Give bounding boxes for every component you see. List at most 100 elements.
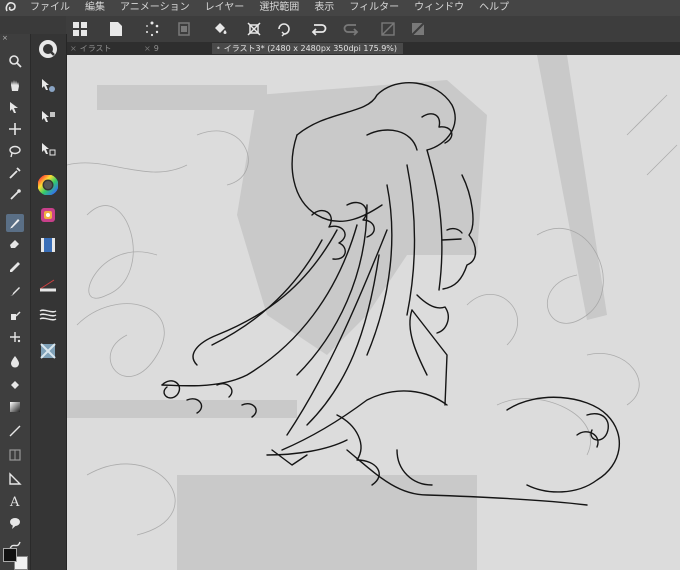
undo-button[interactable] <box>308 19 328 39</box>
menu-selection[interactable]: 選択範囲 <box>259 2 299 14</box>
spinner-icon <box>146 21 159 37</box>
command-bar <box>66 16 680 43</box>
brush-icon <box>10 287 20 296</box>
color-set-button[interactable] <box>37 204 59 226</box>
layer-property-icon <box>41 238 55 252</box>
rotate-icon <box>278 23 290 37</box>
brush-size-button[interactable] <box>37 274 59 296</box>
decoration-icon <box>10 332 21 343</box>
frame-icon <box>9 449 21 461</box>
new-file-icon <box>110 22 122 36</box>
lasso-icon <box>9 145 21 158</box>
navigator-icon <box>40 343 56 359</box>
tool-selection[interactable] <box>6 142 24 160</box>
sub-rotate-icon <box>42 111 55 122</box>
hand-icon <box>11 80 19 91</box>
redo-icon <box>343 24 359 36</box>
pencil-icon <box>10 262 20 272</box>
zoom-icon <box>10 102 18 113</box>
layer-property-button[interactable] <box>37 234 59 256</box>
tool-eraser[interactable] <box>6 234 24 252</box>
redo-button[interactable] <box>342 19 362 39</box>
text-icon: A <box>9 495 20 508</box>
foreground-color-swatch[interactable] <box>3 548 17 562</box>
menu-file[interactable]: ファイル <box>30 2 70 14</box>
app-logo-icon[interactable] <box>4 1 18 15</box>
tab-9[interactable]: × 9 <box>144 43 159 54</box>
menu-edit[interactable]: 編集 <box>85 2 105 14</box>
grid-view-button[interactable] <box>70 19 90 39</box>
tab-label: 9 <box>153 44 159 53</box>
menu-help[interactable]: ヘルプ <box>479 2 509 14</box>
palette-header[interactable]: × <box>2 34 28 46</box>
tool-brush[interactable] <box>6 282 24 300</box>
tool-ruler[interactable] <box>6 470 24 488</box>
blend-icon <box>11 311 21 320</box>
tool-eyedropper[interactable] <box>6 186 24 204</box>
tab-illust[interactable]: × イラスト <box>70 43 112 54</box>
tool-zoom[interactable] <box>6 52 24 70</box>
eyedropper-icon <box>10 189 21 200</box>
tool-figure[interactable] <box>6 422 24 440</box>
tool-move-layer[interactable] <box>6 120 24 138</box>
tool-fill[interactable] <box>6 376 24 394</box>
menu-layer[interactable]: レイヤー <box>205 2 245 14</box>
clear-selection-button[interactable] <box>378 19 398 39</box>
tab-label: イラスト <box>79 44 112 53</box>
navigator-button[interactable] <box>37 340 59 362</box>
color-wheel-icon <box>38 175 58 195</box>
menu-items: ファイル 編集 アニメーション レイヤー 選択範囲 表示 フィルター ウィンドウ… <box>30 2 509 14</box>
sub-tool-rotate[interactable] <box>37 106 59 128</box>
undo-icon <box>311 24 327 36</box>
tool-auto-select[interactable] <box>6 164 24 182</box>
tool-operation[interactable] <box>6 98 24 116</box>
menu-filter[interactable]: フィルター <box>349 2 399 14</box>
menu-animation[interactable]: アニメーション <box>120 2 190 14</box>
svg-text:A: A <box>9 495 20 508</box>
tool-hand[interactable] <box>6 76 24 94</box>
stabilizer-button[interactable] <box>37 304 59 326</box>
deselect-icon <box>381 22 395 36</box>
menu-view[interactable]: 表示 <box>314 2 334 14</box>
transform-button[interactable] <box>244 19 264 39</box>
magnifier-icon <box>9 55 22 68</box>
tool-text[interactable]: A <box>6 492 24 510</box>
tool-pen[interactable] <box>6 214 24 232</box>
fill-icon <box>11 381 19 389</box>
drawing-canvas[interactable] <box>67 55 680 570</box>
export-button[interactable] <box>174 19 194 39</box>
new-file-button[interactable] <box>106 19 126 39</box>
tool-frame-border[interactable] <box>6 446 24 464</box>
rotate-canvas-button[interactable] <box>274 19 294 39</box>
close-icon[interactable]: × <box>144 44 151 53</box>
transform-icon <box>247 22 261 36</box>
sub-transform-icon <box>42 143 56 156</box>
menu-window[interactable]: ウィンドウ <box>414 2 464 14</box>
tool-gradient[interactable] <box>6 398 24 416</box>
loading-button[interactable] <box>142 19 162 39</box>
tool-balloon[interactable] <box>6 514 24 532</box>
sub-tool-palette <box>31 34 67 570</box>
balloon-icon <box>10 518 20 529</box>
tab-illust3[interactable]: • イラスト3* (2480 x 2480px 350dpi 175.9%) <box>212 43 404 54</box>
color-wheel-button[interactable] <box>37 174 59 196</box>
eyedropper-icon <box>9 167 21 179</box>
tab-label: イラスト3* (2480 x 2480px 350dpi 175.9%) <box>223 44 398 53</box>
tool-blend[interactable] <box>6 352 24 370</box>
grid-icon <box>73 22 87 36</box>
invert-selection-button[interactable] <box>408 19 428 39</box>
bucket-icon <box>215 23 227 34</box>
move-icon <box>9 123 21 135</box>
tool-decoration[interactable] <box>6 328 24 346</box>
q-logo-icon <box>39 40 57 58</box>
sub-tool-move[interactable] <box>37 74 59 96</box>
tool-airbrush[interactable] <box>6 306 24 324</box>
fill-bucket-button[interactable] <box>210 19 230 39</box>
sub-tool-menu[interactable] <box>37 38 59 60</box>
tool-pencil[interactable] <box>6 258 24 276</box>
sub-tool-transform[interactable] <box>37 138 59 160</box>
export-icon <box>178 22 190 36</box>
close-icon[interactable]: × <box>70 44 77 53</box>
sketch-artwork <box>67 55 678 570</box>
modified-dot-icon[interactable]: • <box>216 44 221 53</box>
